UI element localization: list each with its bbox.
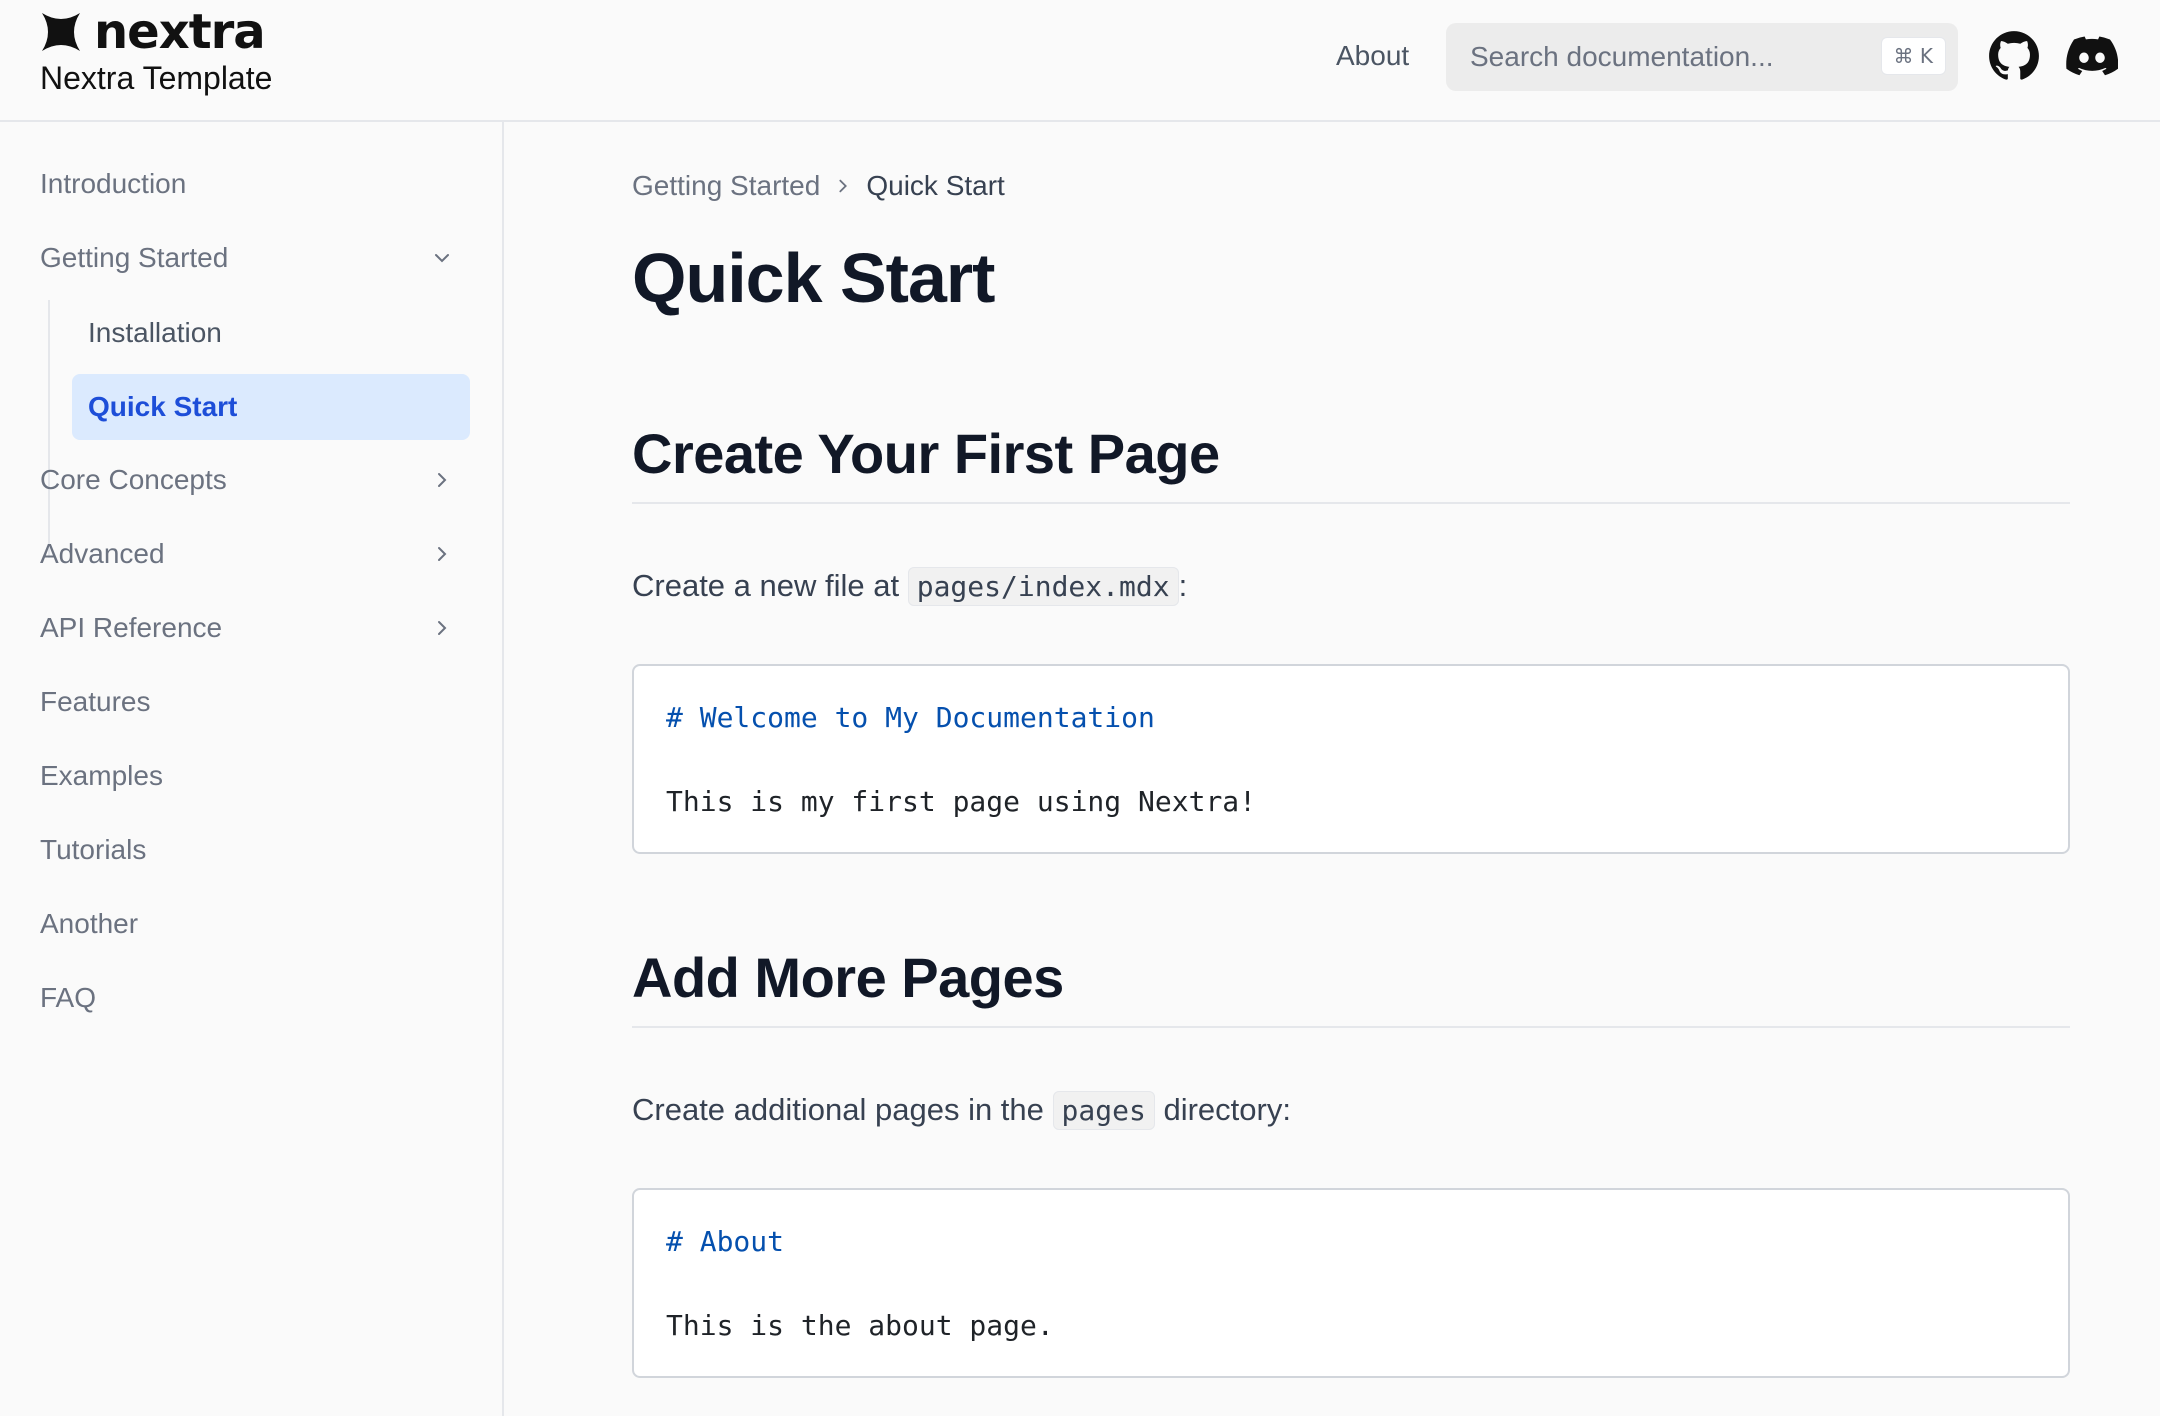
- code-heading-line: # Welcome to My Documentation: [666, 701, 1155, 734]
- sidebar-item-installation[interactable]: Installation: [72, 300, 470, 366]
- discord-icon[interactable]: [2066, 30, 2118, 82]
- section-paragraph: Create additional pages in the pages dir…: [632, 1088, 1291, 1133]
- inline-code: pages: [1052, 1091, 1155, 1130]
- sidebar-item-label: Tutorials: [40, 834, 147, 865]
- chevron-right-icon: [438, 621, 447, 635]
- paragraph-text: directory:: [1163, 1092, 1291, 1127]
- sidebar-item-label: Examples: [40, 760, 163, 791]
- sidebar-item-introduction[interactable]: Introduction: [40, 152, 470, 216]
- breadcrumb: Getting Started Quick Start: [632, 166, 1005, 206]
- breadcrumb-parent[interactable]: Getting Started: [632, 166, 820, 206]
- chevron-right-icon: [438, 473, 447, 487]
- nextra-logo[interactable]: nextra: [40, 4, 266, 60]
- sidebar-item-label: Another: [40, 908, 139, 939]
- sidebar-item-label: Getting Started: [40, 242, 229, 273]
- sidebar-item-another[interactable]: Another: [40, 892, 470, 956]
- nav-link-about[interactable]: About: [1336, 38, 1409, 74]
- sidebar-item-label: Quick Start: [88, 391, 238, 422]
- sidebar-item-faq[interactable]: FAQ: [40, 966, 470, 1030]
- search-shortcut-badge: ⌘ K: [1880, 37, 1946, 75]
- sidebar-item-label: Introduction: [40, 168, 187, 199]
- sidebar-item-label: API Reference: [40, 612, 223, 643]
- chevron-down-icon: [435, 254, 449, 263]
- chevron-right-icon: [438, 547, 447, 561]
- nextra-logo-icon: [42, 13, 80, 51]
- breadcrumb-current: Quick Start: [866, 170, 1005, 201]
- sidebar-item-examples[interactable]: Examples: [40, 744, 470, 808]
- section-paragraph: Create a new file at pages/index.mdx:: [632, 564, 1187, 609]
- sidebar-item-label: Advanced: [40, 538, 165, 569]
- section-heading-add-more-pages: Add More Pages: [632, 942, 2070, 1028]
- page-title: Quick Start: [632, 239, 995, 317]
- sidebar-item-label: Installation: [88, 317, 222, 348]
- code-body-line: This is my first page using Nextra!: [666, 785, 1257, 818]
- paragraph-text: Create a new file at: [632, 568, 900, 603]
- paragraph-text: Create additional pages in the: [632, 1092, 1044, 1127]
- sidebar-item-features[interactable]: Features: [40, 670, 470, 734]
- sidebar-item-label: Features: [40, 686, 151, 717]
- site-title[interactable]: Nextra Template: [40, 58, 272, 98]
- sidebar-item-label: Core Concepts: [40, 464, 227, 495]
- sidebar-item-api-reference[interactable]: API Reference: [40, 596, 470, 660]
- top-navbar: nextra Nextra Template About ⌘ K: [0, 0, 2160, 122]
- inline-code: pages/index.mdx: [907, 567, 1179, 606]
- code-heading-line: # About: [666, 1225, 785, 1258]
- sidebar-item-getting-started[interactable]: Getting Started: [40, 226, 470, 290]
- chevron-right-icon: [839, 179, 848, 193]
- search-input[interactable]: [1470, 41, 1870, 73]
- code-block[interactable]: # Welcome to My Documentation This is my…: [632, 664, 2070, 854]
- code-body-line: This is the about page.: [666, 1309, 1054, 1342]
- sidebar-item-tutorials[interactable]: Tutorials: [40, 818, 470, 882]
- sidebar-item-quick-start[interactable]: Quick Start: [72, 374, 470, 440]
- sidebar: Introduction Getting Started Installatio…: [0, 122, 504, 1416]
- search-box[interactable]: ⌘ K: [1446, 23, 1958, 91]
- sidebar-item-core-concepts[interactable]: Core Concepts: [40, 448, 470, 512]
- code-block[interactable]: # About This is the about page.: [632, 1188, 2070, 1378]
- submenu-guide-line: [48, 300, 50, 558]
- section-heading-create-first-page: Create Your First Page: [632, 418, 2070, 504]
- sidebar-item-label: FAQ: [40, 982, 97, 1013]
- github-icon[interactable]: [1988, 30, 2040, 82]
- sidebar-item-advanced[interactable]: Advanced: [40, 522, 470, 586]
- paragraph-text: :: [1178, 568, 1188, 603]
- logo-wordmark: nextra: [94, 4, 266, 60]
